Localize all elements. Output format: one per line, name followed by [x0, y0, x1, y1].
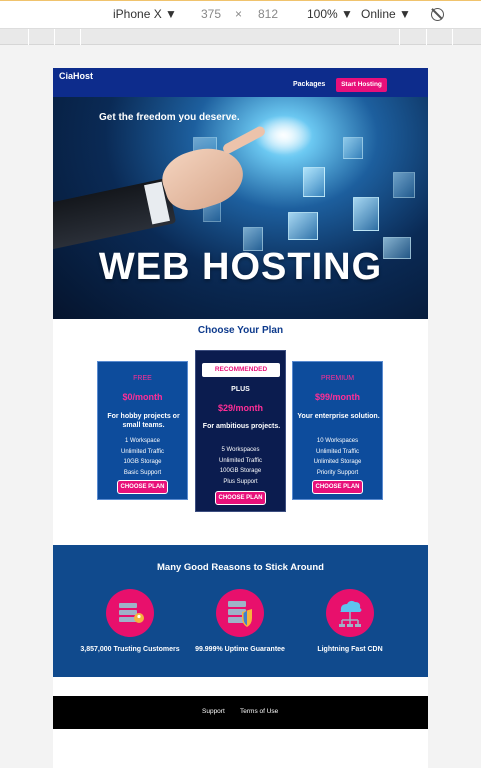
- reason-label: Lightning Fast CDN: [317, 646, 383, 653]
- plan-feature-list: 5 Workspaces Unlimited Traffic 100GB Sto…: [196, 445, 285, 487]
- device-select[interactable]: iPhone X ▼: [113, 7, 177, 21]
- plan-price: $0/month: [122, 392, 163, 402]
- reason-label: 3,857,000 Trusting Customers: [80, 646, 180, 653]
- hero-cube: [353, 197, 379, 231]
- choose-plan-button[interactable]: CHOOSE PLAN: [215, 491, 266, 505]
- plan-feature-list: 10 Workspaces Unlimited Traffic Unlimite…: [293, 436, 382, 478]
- footer-link-terms[interactable]: Terms of Use: [240, 708, 278, 715]
- plan-card-free: FREE $0/month For hobby projects or smal…: [97, 361, 188, 500]
- plan-description: For hobby projects or small teams.: [107, 413, 180, 429]
- reason-uptime: 99.999% Uptime Guarantee: [180, 589, 300, 655]
- footer-link-support[interactable]: Support: [202, 708, 225, 715]
- plan-price: $99/month: [314, 392, 360, 402]
- plan-feature-list: 1 Workspace Unlimited Traffic 10GB Stora…: [98, 436, 187, 478]
- hero-cube: [393, 172, 415, 198]
- choose-plan-button[interactable]: CHOOSE PLAN: [312, 480, 363, 494]
- server-customer-icon: [106, 589, 154, 637]
- plan-feature: 1 Workspace: [125, 438, 160, 444]
- network-throttle-select[interactable]: Online ▼: [361, 7, 411, 21]
- plan-feature: 10GB Storage: [123, 459, 162, 466]
- site-logo[interactable]: CiaHost: [59, 71, 93, 81]
- site-footer: Support Terms of Use: [53, 696, 428, 729]
- shield-server-icon: [216, 589, 264, 637]
- plan-feature: 5 Workspaces: [221, 447, 260, 453]
- plan-name: FREE: [133, 375, 152, 382]
- plans-heading: Choose Your Plan: [197, 325, 284, 336]
- media-query-bar: [0, 29, 481, 45]
- choose-plan-button[interactable]: CHOOSE PLAN: [117, 480, 168, 494]
- dimension-separator: ×: [235, 7, 243, 21]
- hero-cube: [303, 167, 325, 197]
- cloud-network-icon: [326, 589, 374, 637]
- plan-feature: Basic Support: [123, 469, 162, 476]
- plan-description: Your enterprise solution.: [297, 413, 380, 420]
- plan-feature: Priority Support: [316, 469, 359, 476]
- hero-title: WEB HOSTING: [98, 246, 383, 288]
- hero-cube: [343, 137, 363, 159]
- plan-feature: 10 Workspaces: [316, 438, 359, 444]
- plan-feature: Unlimited Traffic: [219, 457, 262, 464]
- reason-cdn: Lightning Fast CDN: [290, 589, 410, 655]
- plan-card-plus: RECOMMENDED PLUS $29/month For ambitious…: [195, 350, 286, 512]
- plan-card-premium: PREMIUM $99/month Your enterprise soluti…: [292, 361, 383, 500]
- plan-feature: Unlimited Traffic: [316, 448, 359, 455]
- hero-tagline: Get the freedom you deserve.: [99, 112, 240, 123]
- emulated-page: CiaHost Packages Start Hosting Get the f…: [53, 68, 428, 768]
- hero-cube: [288, 212, 318, 240]
- width-input[interactable]: 375: [201, 7, 221, 21]
- plan-feature: Unlimited Traffic: [121, 448, 164, 455]
- reason-customers: 3,857,000 Trusting Customers: [70, 589, 190, 655]
- reasons-heading: Many Good Reasons to Stick Around: [157, 562, 324, 573]
- plan-price: $29/month: [217, 403, 263, 413]
- plan-name: PLUS: [231, 386, 250, 393]
- plan-feature: Plus Support: [223, 478, 258, 485]
- nav-link-packages[interactable]: Packages: [293, 81, 325, 88]
- recommended-badge: RECOMMENDED: [202, 363, 280, 377]
- reasons-section: Many Good Reasons to Stick Around 3,857,…: [53, 545, 428, 677]
- plan-description: For ambitious projects.: [202, 423, 281, 430]
- devtools-device-toolbar: iPhone X ▼ 375 × 812 100% ▼ Online ▼: [0, 0, 481, 29]
- plan-feature: 100GB Storage: [219, 468, 262, 475]
- start-hosting-button[interactable]: Start Hosting: [336, 78, 387, 92]
- navbar: CiaHost Packages Start Hosting: [53, 68, 428, 97]
- plan-name: PREMIUM: [320, 375, 355, 382]
- reason-label: 99.999% Uptime Guarantee: [195, 646, 285, 653]
- height-input[interactable]: 812: [258, 7, 278, 21]
- rotate-icon[interactable]: [431, 8, 444, 21]
- hero-banner: Get the freedom you deserve. WEB HOSTING: [53, 97, 428, 319]
- zoom-select[interactable]: 100% ▼: [307, 7, 353, 21]
- plan-feature: Unlimited Storage: [313, 459, 362, 466]
